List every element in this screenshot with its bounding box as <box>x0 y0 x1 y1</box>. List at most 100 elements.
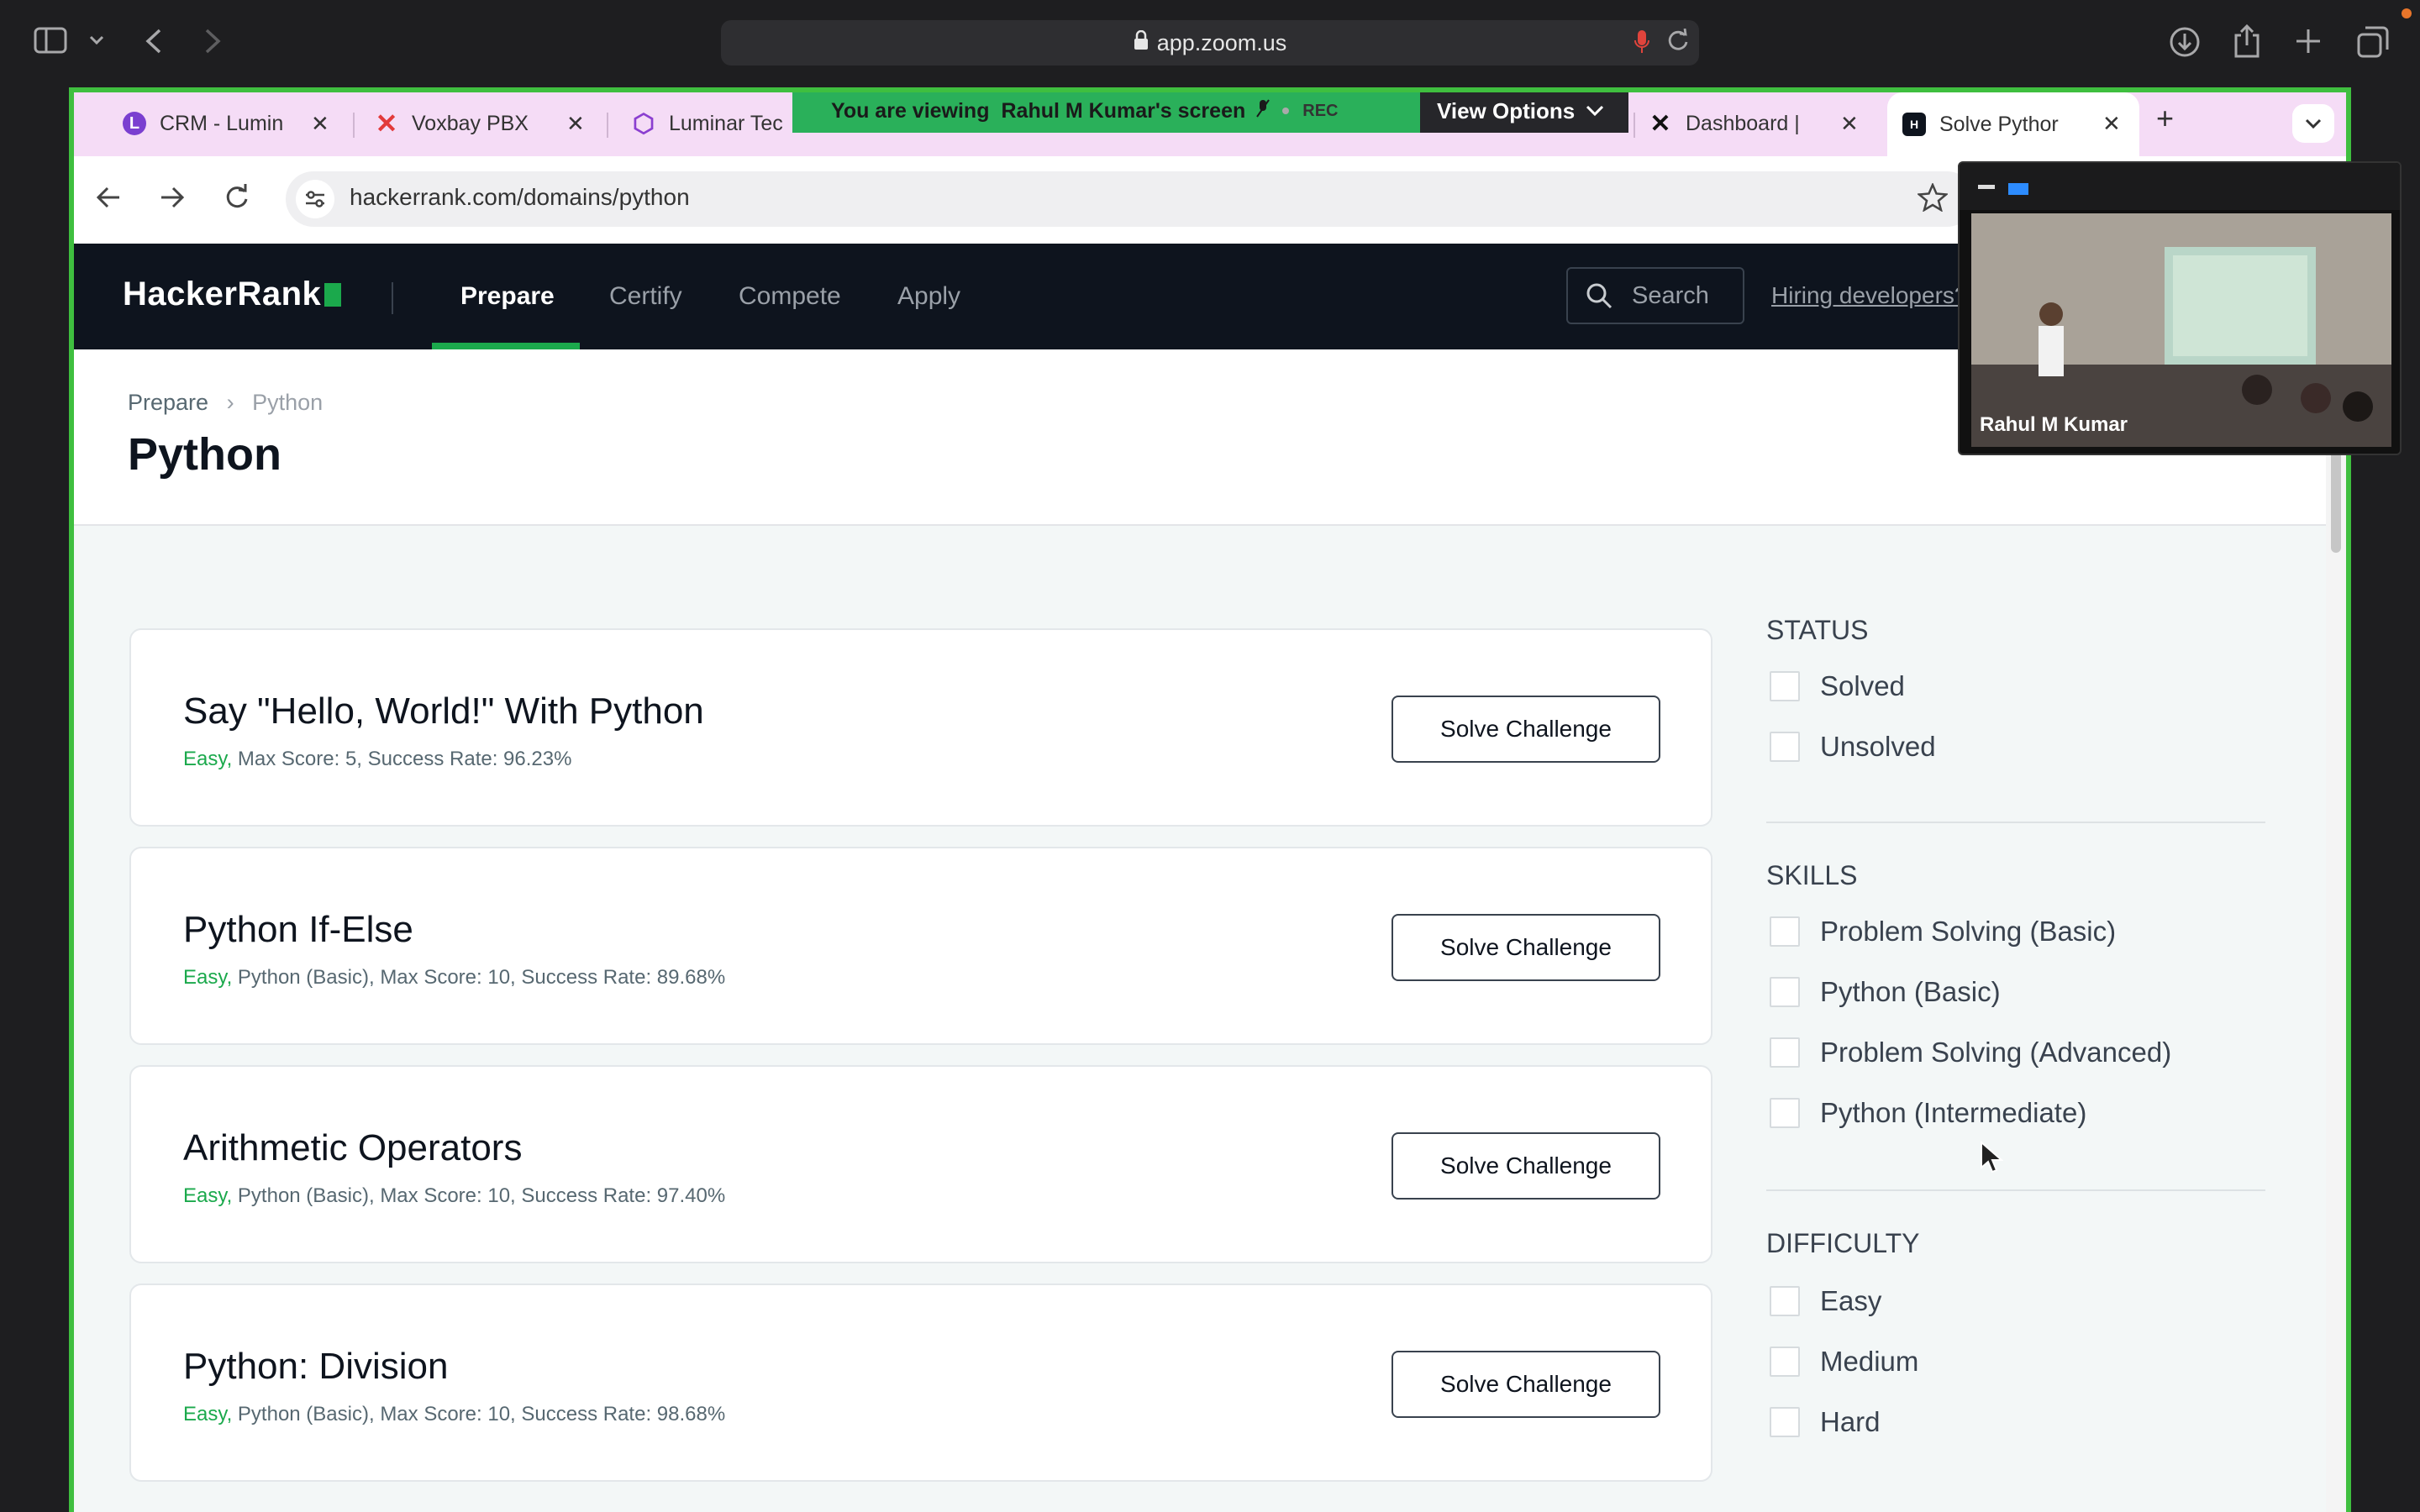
new-tab-button[interactable]: + <box>2156 101 2174 136</box>
back-icon[interactable] <box>141 27 166 55</box>
tab-dashboard[interactable]: ✕ Dashboard | ✕ <box>1649 102 1867 144</box>
reload-icon[interactable] <box>224 183 250 212</box>
challenge-card[interactable]: Say "Hello, World!" With Python Easy, Ma… <box>129 628 1712 827</box>
page-scrollbar[interactable] <box>2326 349 2346 1512</box>
challenge-title[interactable]: Arithmetic Operators <box>183 1127 522 1169</box>
nav-active-indicator <box>432 343 580 349</box>
meta-text: Python (Basic), Max Score: 10, Success R… <box>232 1403 726 1425</box>
filter-solved[interactable]: Solved <box>1770 670 1905 702</box>
checkbox[interactable] <box>1770 732 1800 762</box>
difficulty-label: Easy, <box>183 966 233 989</box>
breadcrumb-prepare[interactable]: Prepare <box>128 390 208 415</box>
tab-luminar[interactable]: ⬡ Luminar Tec <box>632 102 792 144</box>
back-icon[interactable] <box>96 185 123 210</box>
tab-solve-python[interactable]: H Solve Pythor ✕ <box>1887 92 2139 156</box>
tab-overview-icon[interactable] <box>2356 25 2390 59</box>
challenge-card[interactable]: Python: Division Easy, Python (Basic), M… <box>129 1284 1712 1482</box>
logo-text: HackerRank <box>123 276 322 312</box>
video-feed <box>1971 213 2391 447</box>
tab-label: Solve Pythor <box>1939 112 2059 136</box>
tab-divider <box>607 113 608 138</box>
filter-python-basic[interactable]: Python (Basic) <box>1770 976 2001 1008</box>
banner-prefix: You are viewing <box>831 98 990 123</box>
bookmark-star-icon[interactable] <box>1918 183 1948 212</box>
share-icon[interactable] <box>2232 24 2262 59</box>
new-tab-icon[interactable] <box>2294 27 2323 55</box>
challenge-meta: Easy, Python (Basic), Max Score: 10, Suc… <box>183 1403 725 1426</box>
difficulty-heading: DIFFICULTY <box>1766 1228 1920 1258</box>
tab-label: Voxbay PBX <box>412 111 529 135</box>
solve-challenge-button[interactable]: Solve Challenge <box>1392 1351 1660 1418</box>
forward-icon[interactable] <box>200 27 225 55</box>
filter-problem-solving-advanced[interactable]: Problem Solving (Advanced) <box>1770 1037 2171 1068</box>
checkbox[interactable] <box>1770 916 1800 947</box>
sidebar-toggle-icon[interactable] <box>34 27 67 54</box>
tab-search-button[interactable] <box>2292 104 2334 143</box>
hackerrank-logo[interactable]: HackerRank <box>123 276 342 313</box>
close-icon[interactable]: ✕ <box>1840 111 1859 137</box>
challenge-card[interactable]: Arithmetic Operators Easy, Python (Basic… <box>129 1065 1712 1263</box>
close-icon[interactable]: ✕ <box>2102 111 2121 137</box>
checkbox[interactable] <box>1770 1037 1800 1068</box>
filter-python-intermediate[interactable]: Python (Intermediate) <box>1770 1097 2086 1129</box>
forward-icon[interactable] <box>158 185 185 210</box>
rec-label: REC <box>1302 101 1339 120</box>
challenge-title[interactable]: Say "Hello, World!" With Python <box>183 690 704 732</box>
filter-problem-solving-basic[interactable]: Problem Solving (Basic) <box>1770 916 2116 948</box>
participant-video[interactable]: Rahul M Kumar <box>1958 161 2402 455</box>
checkbox[interactable] <box>1770 671 1800 701</box>
search-button[interactable]: Search <box>1566 267 1744 324</box>
nav-prepare[interactable]: Prepare <box>460 282 555 311</box>
filter-label: Problem Solving (Basic) <box>1820 916 2117 947</box>
tab-voxbay[interactable]: ✕ Voxbay PBX ✕ <box>375 102 593 144</box>
filter-easy[interactable]: Easy <box>1770 1285 1881 1317</box>
reload-icon[interactable] <box>1666 28 1690 58</box>
microphone-icon[interactable] <box>1634 29 1650 60</box>
checkbox[interactable] <box>1770 1407 1800 1437</box>
breadcrumb-python: Python <box>252 390 324 415</box>
chevron-down-icon <box>1586 105 1604 117</box>
solve-challenge-button[interactable]: Solve Challenge <box>1392 696 1660 763</box>
chevron-down-icon[interactable] <box>87 32 106 49</box>
hiring-developers-link[interactable]: Hiring developers? <box>1771 282 1967 309</box>
nav-certify[interactable]: Certify <box>609 282 682 311</box>
close-icon[interactable]: ✕ <box>311 111 329 137</box>
logo-square <box>324 283 342 307</box>
meta-text: Max Score: 5, Success Rate: 96.23% <box>232 748 572 770</box>
search-label: Search <box>1632 281 1709 309</box>
checkbox[interactable] <box>1770 977 1800 1007</box>
download-icon[interactable] <box>2168 25 2202 59</box>
skills-heading: SKILLS <box>1766 860 1858 890</box>
checkbox[interactable] <box>1770 1098 1800 1128</box>
challenge-title[interactable]: Python If-Else <box>183 909 413 951</box>
difficulty-label: Easy, <box>183 1184 233 1207</box>
luminar-icon: L <box>123 112 146 135</box>
view-options-label: View Options <box>1437 97 1576 123</box>
checkbox[interactable] <box>1770 1286 1800 1316</box>
nav-apply[interactable]: Apply <box>897 282 960 311</box>
challenge-card[interactable]: Python If-Else Easy, Python (Basic), Max… <box>129 847 1712 1045</box>
solve-challenge-button[interactable]: Solve Challenge <box>1392 914 1660 981</box>
tab-crm[interactable]: L CRM - Lumin ✕ <box>123 102 341 144</box>
banner-name: Rahul M Kumar's screen <box>1001 98 1246 123</box>
safari-address-bar[interactable]: app.zoom.us <box>721 20 1699 66</box>
filter-unsolved[interactable]: Unsolved <box>1770 731 1936 763</box>
filter-medium[interactable]: Medium <box>1770 1346 1918 1378</box>
layout-icon[interactable] <box>2008 181 2028 198</box>
close-icon[interactable]: ✕ <box>566 111 585 137</box>
site-settings-icon[interactable] <box>296 180 334 218</box>
nav-compete[interactable]: Compete <box>739 282 841 311</box>
tab-label: Luminar Tec <box>669 111 783 135</box>
challenge-title[interactable]: Python: Division <box>183 1346 448 1388</box>
solve-challenge-button[interactable]: Solve Challenge <box>1392 1132 1660 1200</box>
filter-label: Python (Basic) <box>1820 976 2001 1007</box>
view-options-button[interactable]: View Options <box>1420 92 1628 133</box>
url-text[interactable]: hackerrank.com/domains/python <box>350 184 690 211</box>
minimize-icon[interactable] <box>1978 185 1995 190</box>
mic-muted-icon <box>1255 98 1270 124</box>
divider <box>1766 822 2265 823</box>
filter-hard[interactable]: Hard <box>1770 1406 1881 1438</box>
checkbox[interactable] <box>1770 1347 1800 1377</box>
challenge-meta: Easy, Max Score: 5, Success Rate: 96.23% <box>183 748 571 771</box>
nav-divider <box>392 282 393 314</box>
